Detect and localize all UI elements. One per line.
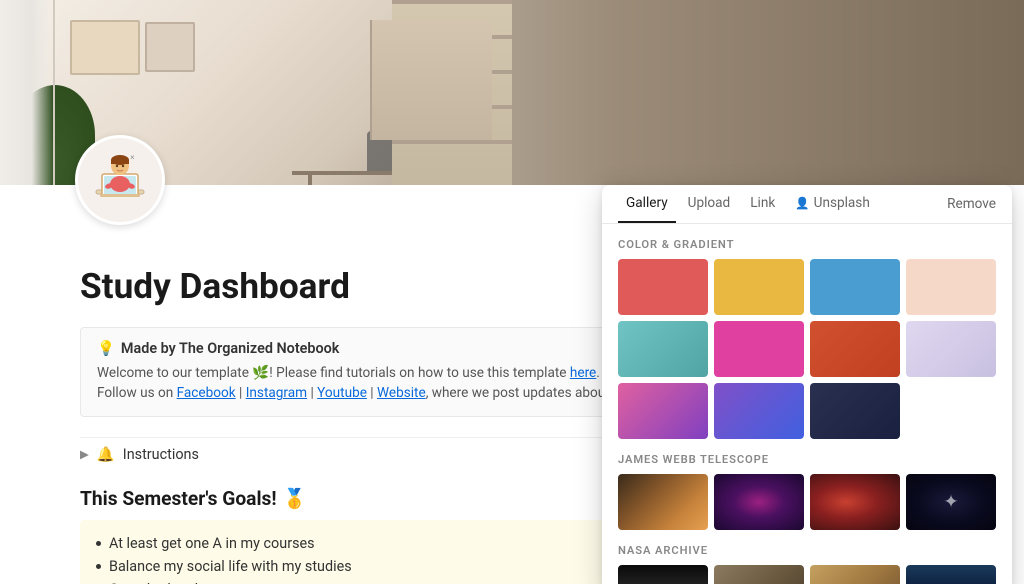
swatch-dark-navy[interactable] [810, 383, 900, 439]
swatch-sky-blue[interactable] [810, 259, 900, 315]
panel-body: COLOR & GRADIENT JAMES WEBB TELESCOPE [602, 224, 1012, 584]
website-link[interactable]: Website [377, 385, 426, 401]
instructions-icon: 🔔 [97, 446, 115, 463]
nasa-image-grid [618, 565, 996, 584]
nasa-label: NASA ARCHIVE [618, 544, 996, 557]
swatch-teal-gradient[interactable] [618, 321, 708, 377]
media-picker-panel: Gallery Upload Link 👤 Unsplash Remove CO… [602, 185, 1012, 584]
tab-upload[interactable]: Upload [680, 185, 739, 223]
here-link[interactable]: here [570, 365, 596, 381]
swatch-golden-yellow[interactable] [714, 259, 804, 315]
jwst-image-2[interactable] [714, 474, 804, 530]
swatch-hot-pink[interactable] [714, 321, 804, 377]
swatch-lavender-grey[interactable] [906, 321, 996, 377]
gallery-tab-label: Gallery [626, 195, 668, 211]
avatar-section: × [75, 135, 165, 225]
unsplash-person-icon: 👤 [795, 196, 809, 210]
jwst-image-grid [618, 474, 996, 530]
avatar: × [75, 135, 165, 225]
bullet-icon [96, 541, 101, 546]
swatch-pink-purple[interactable] [618, 383, 708, 439]
panel-tab-bar: Gallery Upload Link 👤 Unsplash Remove [602, 185, 1012, 224]
goals-title: This Semester's Goals! [80, 487, 277, 510]
jwst-image-4[interactable] [906, 474, 996, 530]
youtube-link[interactable]: Youtube [317, 385, 367, 401]
jwst-image-1[interactable] [618, 474, 708, 530]
facebook-link[interactable]: Facebook [177, 385, 236, 401]
lightbulb-icon: 💡 [97, 340, 115, 357]
swatch-purple-blue[interactable] [714, 383, 804, 439]
bullet-icon [96, 564, 101, 569]
jwst-image-3[interactable] [810, 474, 900, 530]
nasa-image-4[interactable] [906, 565, 996, 584]
instructions-label: Instructions [123, 446, 199, 463]
link-tab-label: Link [750, 195, 775, 211]
instagram-link[interactable]: Instagram [246, 385, 307, 401]
swatch-peach-light[interactable] [906, 259, 996, 315]
jwst-label: JAMES WEBB TELESCOPE [618, 453, 996, 466]
tab-gallery[interactable]: Gallery [618, 185, 676, 223]
main-content: × Study Dashboard 💡 Made by The Organize… [0, 0, 1024, 584]
nasa-image-3[interactable] [810, 565, 900, 584]
avatar-illustration: × [84, 144, 156, 216]
svg-text:×: × [130, 153, 135, 162]
nasa-image-2[interactable] [714, 565, 804, 584]
swatch-orange-red[interactable] [810, 321, 900, 377]
unsplash-tab-label: Unsplash [814, 195, 870, 211]
color-swatch-grid [618, 259, 996, 439]
tab-unsplash[interactable]: 👤 Unsplash [787, 185, 878, 223]
upload-tab-label: Upload [688, 195, 731, 211]
remove-button[interactable]: Remove [947, 196, 996, 212]
nasa-image-1[interactable] [618, 565, 708, 584]
tab-link[interactable]: Link [742, 185, 783, 223]
toggle-arrow-icon: ▶ [80, 447, 89, 461]
goals-icon: 🥇 [283, 487, 307, 510]
swatch-red-coral[interactable] [618, 259, 708, 315]
color-gradient-label: COLOR & GRADIENT [618, 238, 996, 251]
